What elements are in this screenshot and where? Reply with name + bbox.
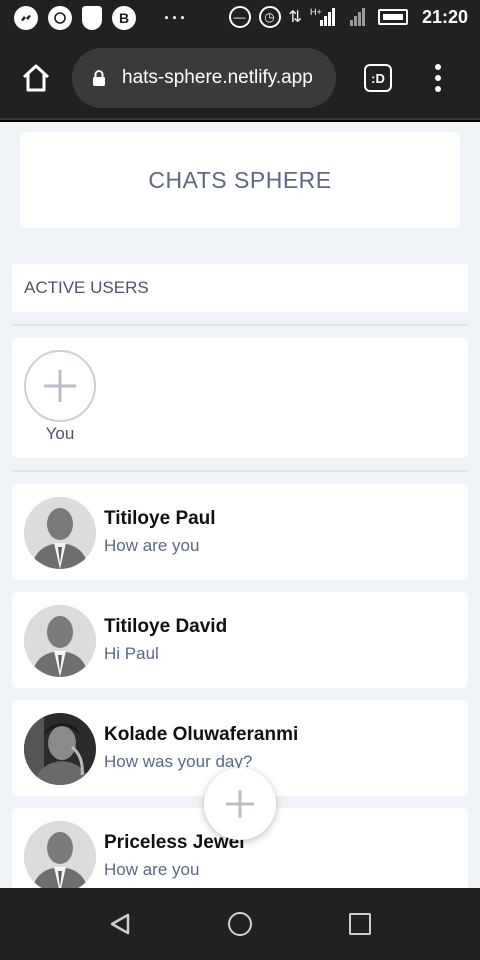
add-story-button[interactable] xyxy=(24,350,96,422)
more-dots-icon: ··· xyxy=(164,7,188,28)
person-placeholder-icon xyxy=(24,605,96,677)
user-photo xyxy=(24,713,96,785)
plus-icon xyxy=(44,370,76,402)
person-placeholder-icon xyxy=(24,497,96,569)
signal-icon: H+ xyxy=(310,7,335,26)
new-chat-button[interactable] xyxy=(204,768,276,840)
avatar xyxy=(24,713,96,785)
divider xyxy=(12,324,468,326)
signal-icon-2 xyxy=(349,8,365,26)
chat-item-titiloye-david[interactable]: Titiloye David Hi Paul xyxy=(12,592,468,688)
chat-name: Titiloye Paul xyxy=(104,508,216,529)
back-icon[interactable] xyxy=(108,912,132,936)
lock-icon xyxy=(93,70,105,86)
battery-icon xyxy=(377,9,408,25)
whatsapp-icon xyxy=(48,6,72,30)
page-content: CHATS SPHERE ACTIVE USERS You Titiloye P… xyxy=(0,122,480,888)
address-bar[interactable]: hats-sphere.netlify.app xyxy=(72,48,336,108)
menu-dot xyxy=(435,75,441,81)
chat-last-message: How are you xyxy=(104,860,200,879)
menu-dot xyxy=(435,86,441,92)
system-navigation-bar xyxy=(0,888,480,960)
avatar xyxy=(24,605,96,677)
chat-last-message: How are you xyxy=(104,536,200,555)
active-users-heading: ACTIVE USERS xyxy=(12,264,468,312)
dnd-icon: — xyxy=(228,6,251,28)
data-arrows-icon: ⇅ xyxy=(288,9,302,26)
active-user-you-label: You xyxy=(45,424,75,443)
url-text: hats-sphere.netlify.app xyxy=(122,67,313,88)
app-title: CHATS SPHERE xyxy=(148,166,332,193)
active-users-heading-text: ACTIVE USERS xyxy=(24,278,149,297)
bitcoin-icon: B xyxy=(112,6,136,30)
recent-apps-icon[interactable] xyxy=(349,913,371,935)
tab-switcher-button[interactable]: :D xyxy=(364,64,392,92)
active-users-list: You xyxy=(12,338,468,458)
chat-item-titiloye-paul[interactable]: Titiloye Paul How are you xyxy=(12,484,468,580)
plus-icon xyxy=(226,790,254,818)
chat-name: Kolade Oluwaferanmi xyxy=(104,724,299,745)
browser-toolbar: hats-sphere.netlify.app :D xyxy=(0,36,480,120)
messenger-icon xyxy=(14,6,38,30)
status-left-icons: B ··· xyxy=(14,6,188,30)
avatar xyxy=(24,497,96,569)
status-bar: B ··· — ◷ ⇅ H+ 21:20 xyxy=(0,0,480,36)
status-time: 21:20 xyxy=(421,6,468,27)
home-icon[interactable] xyxy=(20,62,52,94)
browser-menu-button[interactable] xyxy=(430,64,446,92)
person-placeholder-icon xyxy=(24,821,96,888)
chat-name: Titiloye David xyxy=(104,616,228,637)
alarm-icon: ◷ xyxy=(258,6,281,28)
status-right-icons: — ◷ ⇅ H+ 21:20 xyxy=(228,6,468,28)
chat-last-message: Hi Paul xyxy=(104,644,159,663)
menu-dot xyxy=(435,64,441,70)
divider xyxy=(12,470,468,472)
avatar xyxy=(24,821,96,888)
shield-icon xyxy=(82,6,102,30)
home-nav-icon[interactable] xyxy=(228,912,252,936)
network-type-label: H+ xyxy=(310,7,322,17)
app-title-card: CHATS SPHERE xyxy=(20,132,460,228)
